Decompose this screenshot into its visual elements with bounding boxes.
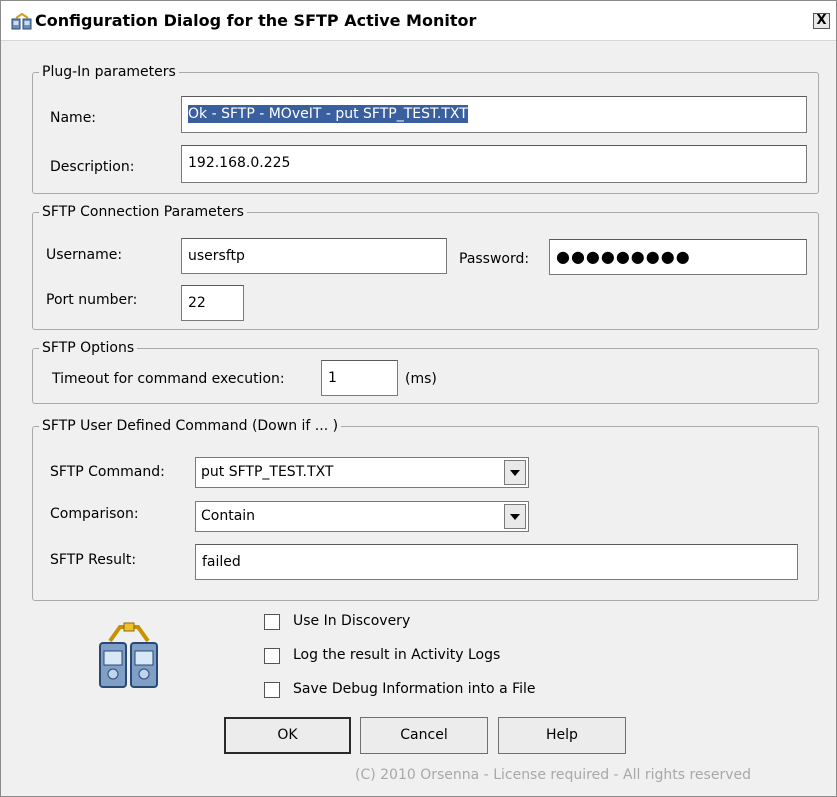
comparison-select[interactable]: Contain bbox=[195, 501, 529, 532]
configuration-dialog: Configuration Dialog for the SFTP Active… bbox=[0, 0, 837, 797]
chevron-down-icon[interactable] bbox=[504, 460, 526, 485]
chevron-down-icon[interactable] bbox=[504, 504, 526, 529]
copyright-note: (C) 2010 Orsenna - License required - Al… bbox=[355, 767, 751, 783]
log-activity-label: Log the result in Activity Logs bbox=[293, 647, 501, 663]
log-activity-box[interactable] bbox=[264, 648, 280, 664]
user-command-legend: SFTP User Defined Command (Down if ... ) bbox=[42, 418, 339, 434]
sftp-command-label: SFTP Command: bbox=[50, 464, 165, 480]
plugin-parameters-legend: Plug-In parameters bbox=[42, 64, 176, 80]
use-in-discovery-box[interactable] bbox=[264, 614, 280, 630]
password-label: Password: bbox=[459, 251, 530, 267]
save-debug-label: Save Debug Information into a File bbox=[293, 681, 536, 697]
sftp-result-label: SFTP Result: bbox=[50, 552, 137, 568]
port-number-label: Port number: bbox=[46, 292, 138, 308]
timeout-label: Timeout for command execution: bbox=[52, 371, 285, 387]
name-field[interactable]: Ok - SFTP - MOveIT - put SFTP_TEST.TXT bbox=[181, 96, 807, 133]
username-field[interactable]: usersftp bbox=[181, 238, 447, 274]
timeout-unit-label: (ms) bbox=[405, 371, 437, 387]
log-activity-checkbox[interactable]: Log the result in Activity Logs bbox=[264, 645, 544, 669]
comparison-label: Comparison: bbox=[50, 506, 139, 522]
use-in-discovery-label: Use In Discovery bbox=[293, 613, 411, 629]
name-label: Name: bbox=[50, 110, 97, 126]
close-button[interactable]: X bbox=[813, 13, 830, 29]
plugin-computers-icon bbox=[99, 622, 158, 688]
save-debug-checkbox[interactable]: Save Debug Information into a File bbox=[264, 679, 584, 703]
dialog-title: Configuration Dialog for the SFTP Active… bbox=[35, 11, 477, 30]
sftp-command-select[interactable]: put SFTP_TEST.TXT bbox=[195, 457, 529, 488]
sftp-command-value: put SFTP_TEST.TXT bbox=[201, 464, 334, 480]
description-field[interactable]: 192.168.0.225 bbox=[181, 145, 807, 183]
port-number-field[interactable]: 22 bbox=[181, 285, 244, 321]
ok-button[interactable]: OK bbox=[224, 717, 351, 754]
name-value: Ok - SFTP - MOveIT - put SFTP_TEST.TXT bbox=[188, 105, 468, 123]
sftp-result-field[interactable]: failed bbox=[195, 544, 798, 580]
network-monitor-icon bbox=[11, 12, 32, 30]
use-in-discovery-checkbox[interactable]: Use In Discovery bbox=[264, 611, 464, 635]
title-bar[interactable]: Configuration Dialog for the SFTP Active… bbox=[1, 1, 836, 41]
cancel-button[interactable]: Cancel bbox=[360, 717, 488, 754]
save-debug-box[interactable] bbox=[264, 682, 280, 698]
description-label: Description: bbox=[50, 159, 135, 175]
username-label: Username: bbox=[46, 247, 123, 263]
timeout-field[interactable]: 1 bbox=[321, 360, 398, 396]
password-field[interactable]: ●●●●●●●●● bbox=[549, 239, 807, 275]
connection-parameters-legend: SFTP Connection Parameters bbox=[42, 204, 244, 220]
help-button[interactable]: Help bbox=[498, 717, 626, 754]
sftp-options-legend: SFTP Options bbox=[42, 340, 135, 356]
comparison-value: Contain bbox=[201, 508, 256, 524]
